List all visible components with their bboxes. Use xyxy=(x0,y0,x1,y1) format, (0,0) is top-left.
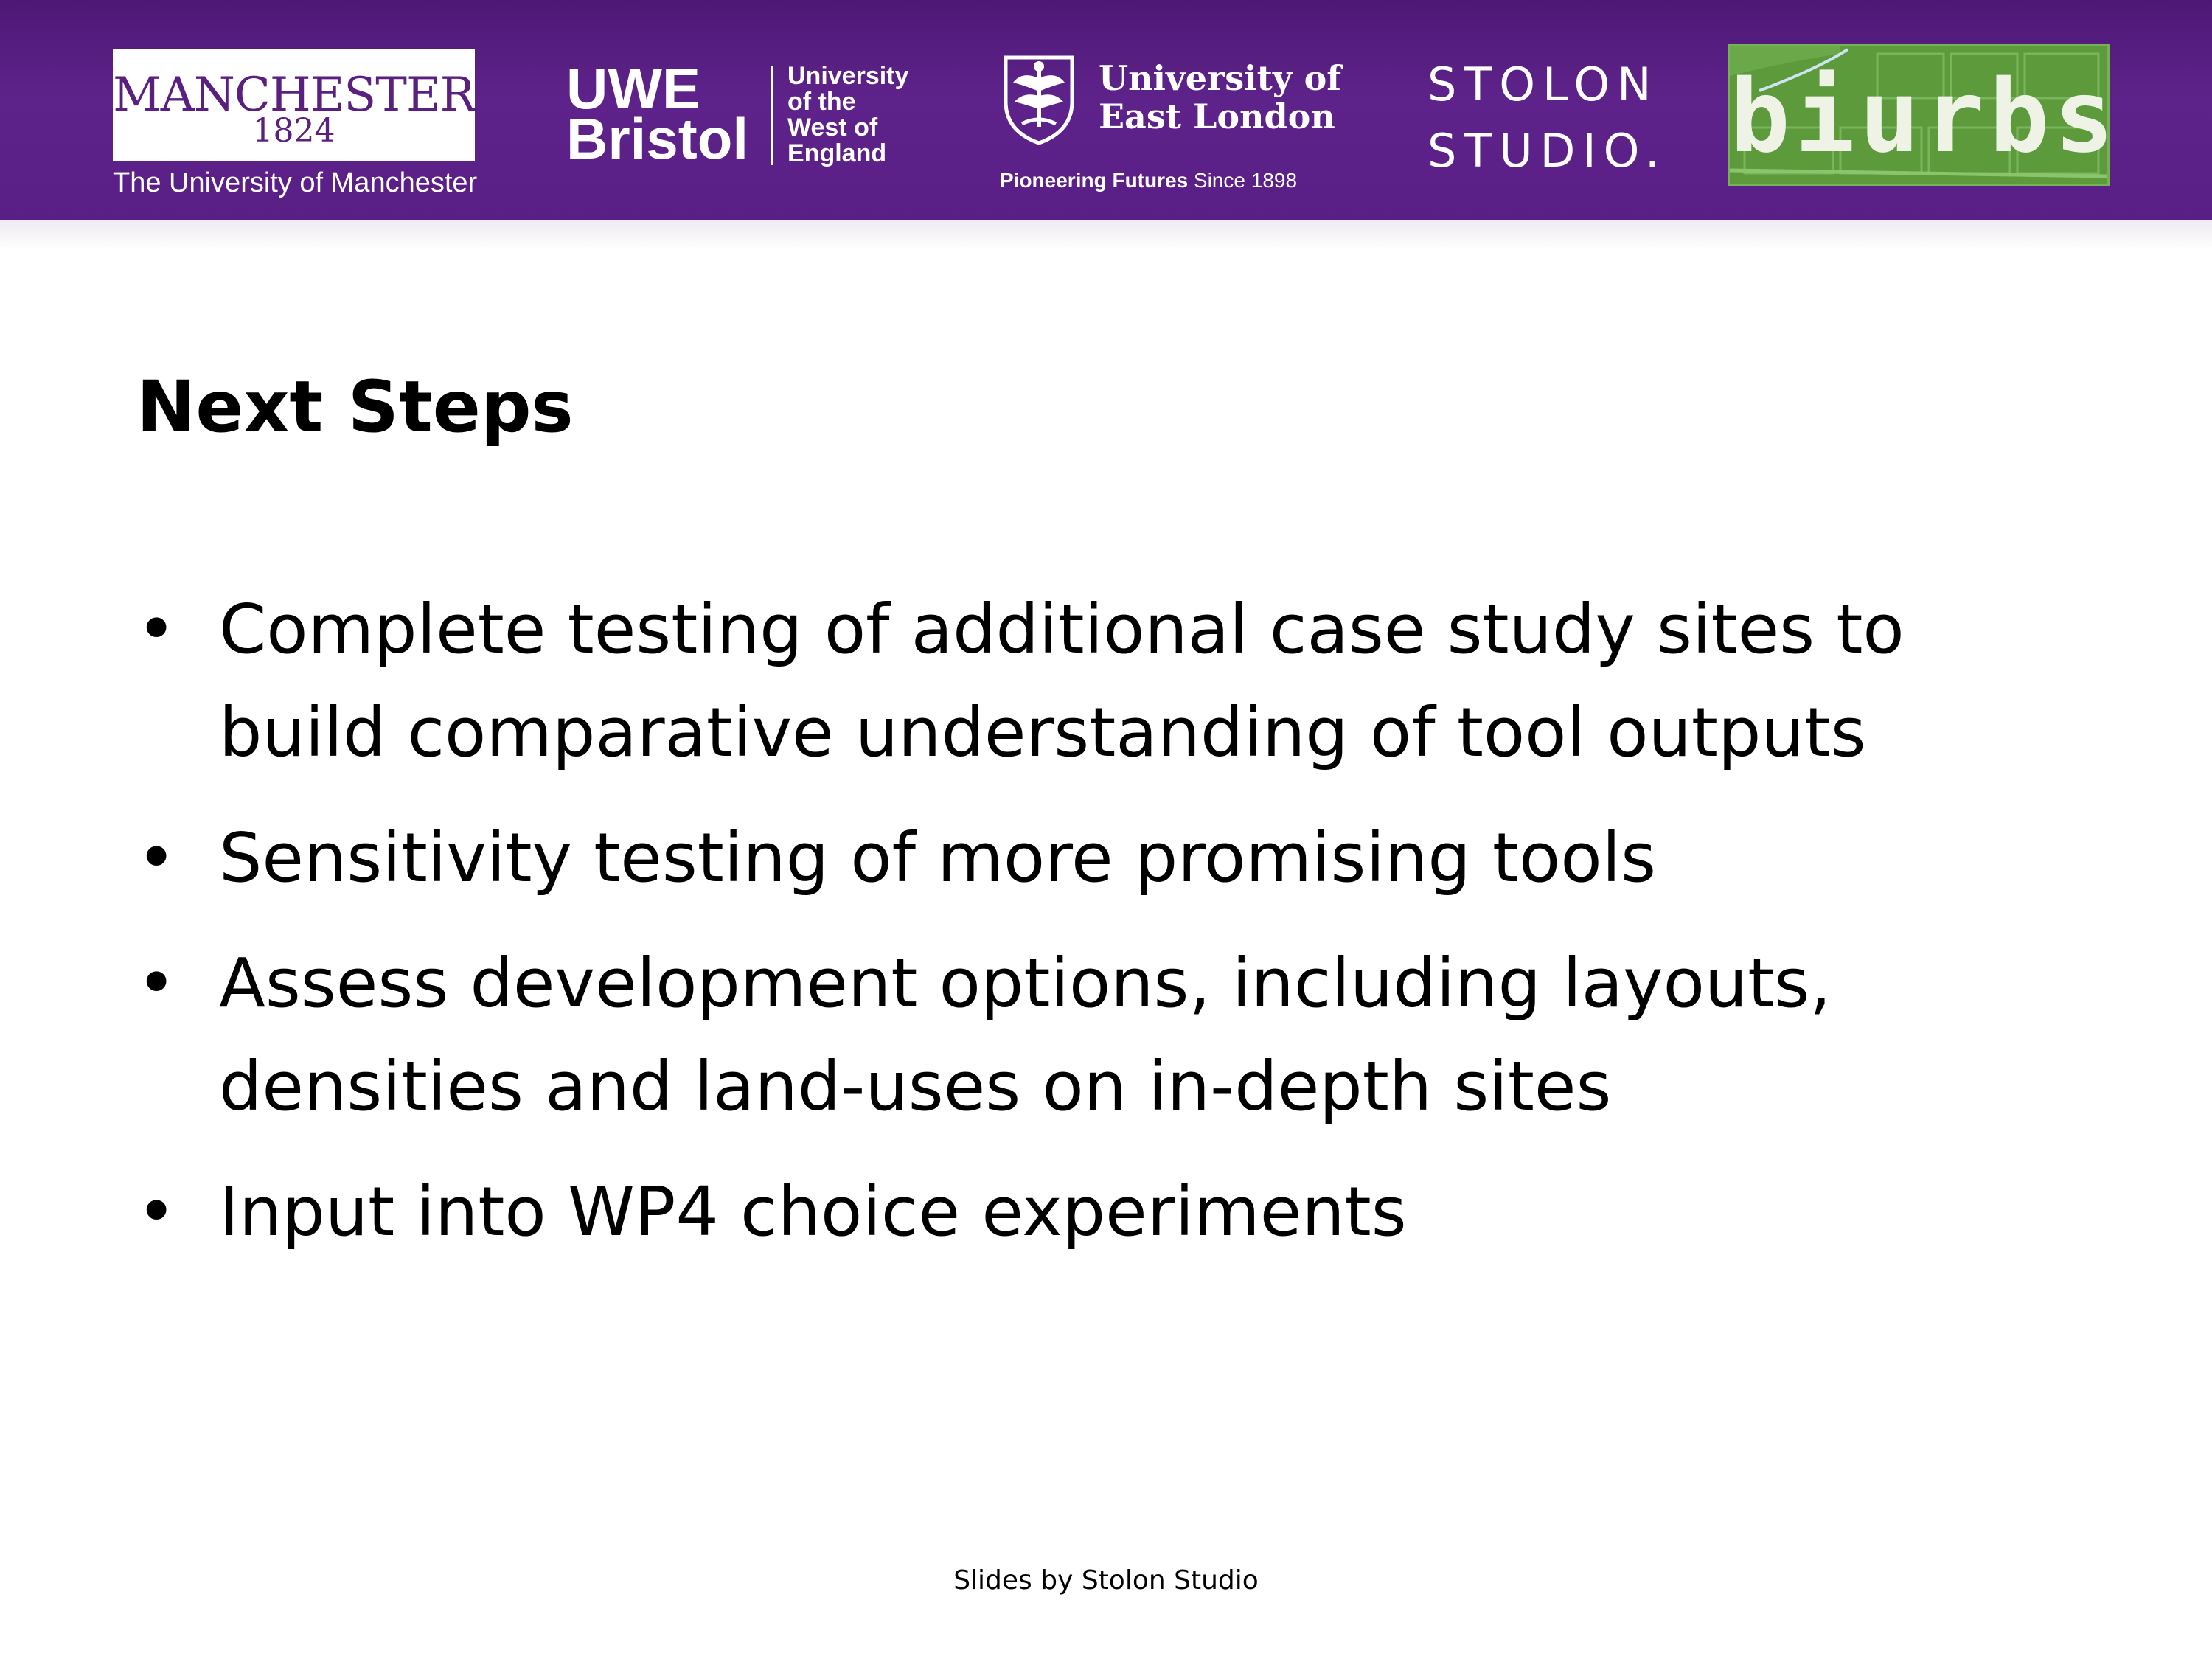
slide: MANCHESTER 1824 The University of Manche… xyxy=(0,0,2212,1659)
bullet-text: Assess development options, including la… xyxy=(219,944,1832,1126)
manchester-year: 1824 xyxy=(252,112,335,150)
uel-name-line2: East London xyxy=(1099,97,1335,136)
list-item: • Sensitivity testing of more promising … xyxy=(136,807,2024,910)
uwe-side-line: University xyxy=(787,62,909,90)
bullet-text: Input into WP4 choice experiments xyxy=(219,1172,1407,1251)
uwe-logo-divider xyxy=(771,66,773,165)
footer-credit: Slides by Stolon Studio xyxy=(953,1565,1259,1596)
manchester-subtitle: The University of Manchester xyxy=(113,167,478,198)
uel-name: University of East London xyxy=(1099,59,1341,136)
uel-tagline: Pioneering Futures Since 1898 xyxy=(1000,168,1297,193)
manchester-logo: MANCHESTER 1824 xyxy=(113,49,476,161)
slide-title: Next Steps xyxy=(136,366,574,448)
list-item: • Assess development options, including … xyxy=(136,932,2024,1138)
logo-banner: MANCHESTER 1824 The University of Manche… xyxy=(0,0,2212,220)
biurbs-wordmark: biurbs xyxy=(1730,59,2110,175)
stolon-logo-line1: STOLON xyxy=(1427,58,1659,111)
uwe-side-line: England xyxy=(787,139,887,167)
list-item: • Input into WP4 choice experiments xyxy=(136,1161,2024,1264)
stolon-logo-line2: STUDIO. xyxy=(1427,124,1667,178)
stolon-studio-logo: STOLON STUDIO. xyxy=(1427,52,1667,184)
bullet-text: Complete testing of additional case stud… xyxy=(219,590,1905,772)
uel-tagline-bold: Pioneering Futures xyxy=(1000,169,1189,192)
biurbs-logo: biurbs xyxy=(1728,44,2110,186)
uel-tagline-rest: Since 1898 xyxy=(1188,169,1298,192)
uel-name-line1: University of xyxy=(1099,58,1342,98)
uwe-logo-line2: Bristol xyxy=(566,106,749,171)
list-item: • Complete testing of additional case st… xyxy=(136,578,2024,785)
bullet-text: Sensitivity testing of more promising to… xyxy=(219,818,1657,897)
bullet-icon: • xyxy=(136,818,177,897)
uwe-logo-side-text: University of the West of England xyxy=(787,63,908,167)
bullet-list: • Complete testing of additional case st… xyxy=(136,578,2024,1286)
bullet-icon: • xyxy=(136,1172,177,1251)
uel-crest-icon xyxy=(1004,55,1074,145)
bullet-icon: • xyxy=(136,590,177,669)
uwe-side-line: West of xyxy=(787,114,878,142)
uwe-side-line: of the xyxy=(787,88,856,116)
bullet-icon: • xyxy=(136,944,177,1023)
banner-fade xyxy=(0,220,2212,249)
